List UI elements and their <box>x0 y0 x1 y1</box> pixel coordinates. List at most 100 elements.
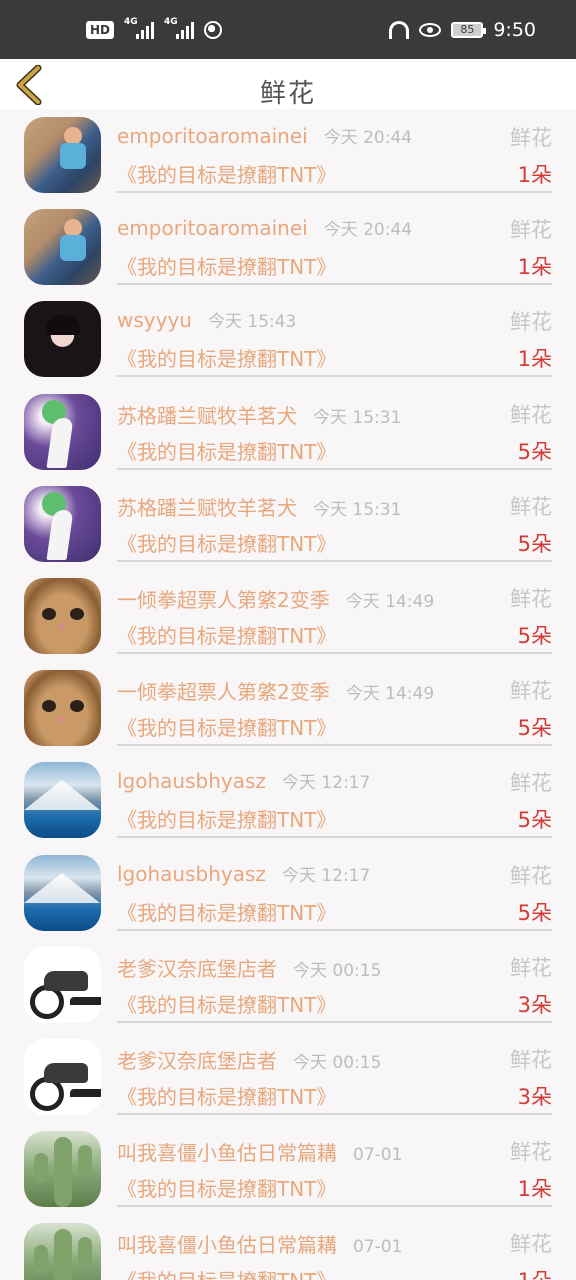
user-name-line: 老爹汉奈底堡店者 今天 00:15 <box>117 953 381 982</box>
work-title-link[interactable]: 《我的目标是撩翻TNT》 <box>117 251 336 280</box>
work-title-link[interactable]: 《我的目标是撩翻TNT》 <box>117 436 336 465</box>
page-title: 鲜花 <box>259 79 316 109</box>
gift-type: 鲜花 <box>510 126 552 150</box>
work-title-link[interactable]: 《我的目标是撩翻TNT》 <box>117 343 336 372</box>
timestamp: 今天 15:31 <box>313 407 402 428</box>
avatar[interactable] <box>24 485 101 562</box>
gift-count: 5朵 <box>517 531 552 556</box>
avatar[interactable] <box>24 1223 101 1280</box>
gift-count: 1朵 <box>518 1265 552 1280</box>
avatar[interactable] <box>24 854 101 931</box>
work-title-link[interactable]: 《我的目标是撩翻TNT》 <box>117 712 336 741</box>
user-name[interactable]: emporitoaromainei <box>117 124 308 148</box>
avatar[interactable] <box>24 1131 101 1208</box>
avatar[interactable] <box>24 946 101 1023</box>
gift-type: 鲜花 <box>510 402 552 427</box>
gift-count: 3朵 <box>517 1084 552 1109</box>
user-name[interactable]: lgohausbhyasz <box>117 769 266 793</box>
user-name-line: emporitoaromainei 今天 20:44 <box>117 215 412 240</box>
timestamp: 今天 15:43 <box>207 312 297 333</box>
gift-record-list[interactable]: emporitoaromainei 今天 20:44 鲜花 《我的目标是撩翻TNT》 1… <box>0 109 576 1280</box>
list-item-content: 叫我喜僵小鱼估日常篇耩 07-01 鲜花《我的目标是撩翻TNT》 1朵 <box>117 1123 552 1208</box>
list-item-content: 一倾拳超票人第綮2变季 今天 14:49 鲜花 《我的目标是撩翻TNT》 5朵 <box>117 662 552 747</box>
timestamp: 今天 12:17 <box>281 865 371 886</box>
gift-type: 鲜花 <box>510 586 552 611</box>
user-name[interactable]: emporitoaromainei <box>117 216 308 240</box>
list-item-content: 老爹汉奈底堡店者 今天 00:15 鲜花 《我的目标是撩翻TNT》 3朵 <box>117 939 552 1023</box>
network-type-label: 4G <box>164 16 178 27</box>
gift-type: 鲜花 <box>510 1232 552 1257</box>
user-name[interactable]: 苏格蹯兰赋牧羊茗犬 <box>117 404 297 428</box>
timestamp: 今天 20:44 <box>323 220 413 241</box>
timestamp: 今天 00:15 <box>293 1052 382 1073</box>
user-name[interactable]: 叫我喜僵小鱼估日常篇耩 <box>117 1141 337 1165</box>
user-name-line: wsyyyu 今天 15:43 <box>117 307 296 332</box>
list-item[interactable]: emporitoaromainei 今天 20:44 鲜花《我的目标是撩翻TNT》 1… <box>0 109 576 201</box>
user-name-line: lgohausbhyasz 今天 12:17 <box>117 768 370 793</box>
gift-count: 1朵 <box>517 163 552 187</box>
work-title-link[interactable]: 《我的目标是撩翻TNT》 <box>117 528 336 557</box>
work-title-link[interactable]: 《我的目标是撩翻TNT》 <box>117 620 336 649</box>
list-item[interactable]: 一倾拳超票人第綮2变季 今天 14:49 鲜花 《我的目标是撩翻TNT》 5朵 <box>0 570 576 662</box>
list-item-content: emporitoaromainei 今天 20:44 鲜花 《我的目标是撩翻TNT》 1… <box>117 201 552 286</box>
user-name[interactable]: 苏格蹯兰赋牧羊茗犬 <box>117 496 297 520</box>
work-title-link[interactable]: 《我的目标是撩翻TNT》 <box>117 1081 336 1110</box>
user-name-line: 老爹汉奈底堡店者 今天 00:15 <box>117 1045 381 1074</box>
vpn-globe-icon <box>204 20 223 39</box>
gift-count: 5朵 <box>517 439 552 464</box>
user-name[interactable]: 叫我喜僵小鱼估日常篇耩 <box>117 1233 337 1257</box>
list-item[interactable]: 叫我喜僵小鱼估日常篇耩 07-01 鲜花《我的目标是撩翻TNT》 1朵 <box>0 1123 576 1215</box>
user-name-line: lgohausbhyasz 今天 12:17 <box>117 861 370 886</box>
user-name[interactable]: 一倾拳超票人第綮2变季 <box>117 588 330 612</box>
timestamp: 今天 15:31 <box>313 499 402 520</box>
list-item-content: 老爹汉奈底堡店者 今天 00:15 鲜花 《我的目标是撩翻TNT》 3朵 <box>117 1031 552 1115</box>
work-title-link[interactable]: 《我的目标是撩翻TNT》 <box>117 897 336 926</box>
user-name-line: 苏格蹯兰赋牧羊茗犬 今天 15:31 <box>117 492 401 521</box>
user-name-line: 苏格蹯兰赋牧羊茗犬 今天 15:31 <box>117 400 401 429</box>
avatar[interactable] <box>24 762 101 839</box>
list-item[interactable]: 苏格蹯兰赋牧羊茗犬 今天 15:31 鲜花《我的目标是撩翻TNT》 5朵 <box>0 386 576 478</box>
list-item[interactable]: lgohausbhyasz 今天 12:17 鲜花 《我的目标是撩翻TNT》 5朵 <box>0 754 576 846</box>
work-title-link[interactable]: 《我的目标是撩翻TNT》 <box>117 804 336 833</box>
avatar[interactable] <box>24 577 101 654</box>
user-name-line: emporitoaromainei 今天 20:44 <box>117 123 412 148</box>
list-item[interactable]: lgohausbhyasz 今天 12:17 鲜花 《我的目标是撩翻TNT》 5朵 <box>0 847 576 939</box>
timestamp: 07-01 <box>353 1145 403 1166</box>
status-left: HD 4G 4G <box>86 0 223 59</box>
gift-type: 鲜花 <box>510 310 552 335</box>
user-name-line: 叫我喜僵小鱼估日常篇耩 07-01 <box>117 1229 402 1258</box>
list-item[interactable]: 老爹汉奈底堡店者 今天 00:15 鲜花 《我的目标是撩翻TNT》 3朵 <box>0 939 576 1031</box>
list-item[interactable]: 叫我喜僵小鱼估日常篇耩 07-01 鲜花《我的目标是撩翻TNT》 1朵 <box>0 1215 576 1280</box>
list-item[interactable]: wsyyyu 今天 15:43 鲜花 《我的目标是撩翻TNT》 1朵 <box>0 293 576 385</box>
list-item[interactable]: 苏格蹯兰赋牧羊茗犬 今天 15:31 鲜花《我的目标是撩翻TNT》 5朵 <box>0 478 576 570</box>
list-item[interactable]: 老爹汉奈底堡店者 今天 00:15 鲜花 《我的目标是撩翻TNT》 3朵 <box>0 1031 576 1123</box>
avatar[interactable] <box>24 301 101 378</box>
user-name[interactable]: 一倾拳超票人第綮2变季 <box>117 680 330 704</box>
avatar[interactable] <box>24 209 101 286</box>
avatar[interactable] <box>24 670 101 747</box>
list-item[interactable]: emporitoaromainei 今天 20:44 鲜花 《我的目标是撩翻TNT》 1… <box>0 201 576 293</box>
top-bar: 鲜花 <box>0 59 576 109</box>
list-item-content: wsyyyu 今天 15:43 鲜花 《我的目标是撩翻TNT》 1朵 <box>117 293 552 378</box>
work-title-link[interactable]: 《我的目标是撩翻TNT》 <box>117 159 336 188</box>
list-item[interactable]: 一倾拳超票人第綮2变季 今天 14:49 鲜花 《我的目标是撩翻TNT》 5朵 <box>0 662 576 754</box>
user-name[interactable]: wsyyyu <box>117 308 192 332</box>
avatar[interactable] <box>24 393 101 470</box>
gift-type: 鲜花 <box>510 771 552 796</box>
avatar[interactable] <box>24 117 101 193</box>
work-title-link[interactable]: 《我的目标是撩翻TNT》 <box>117 989 336 1018</box>
hd-badge: HD <box>86 20 115 39</box>
gift-count: 1朵 <box>517 255 552 280</box>
user-name[interactable]: lgohausbhyasz <box>117 862 266 886</box>
gift-type: 鲜花 <box>510 1140 552 1165</box>
work-title-link[interactable]: 《我的目标是撩翻TNT》 <box>117 1265 336 1280</box>
list-item-content: 叫我喜僵小鱼估日常篇耩 07-01 鲜花《我的目标是撩翻TNT》 1朵 <box>117 1215 552 1280</box>
user-name[interactable]: 老爹汉奈底堡店者 <box>117 957 277 981</box>
timestamp: 今天 00:15 <box>293 960 382 981</box>
list-item-content: 苏格蹯兰赋牧羊茗犬 今天 15:31 鲜花《我的目标是撩翻TNT》 5朵 <box>117 478 552 562</box>
user-name[interactable]: 老爹汉奈底堡店者 <box>117 1049 277 1073</box>
avatar[interactable] <box>24 1038 101 1115</box>
work-title-link[interactable]: 《我的目标是撩翻TNT》 <box>117 1173 336 1202</box>
gift-type: 鲜花 <box>510 494 552 519</box>
battery-icon: 85 <box>451 21 487 38</box>
